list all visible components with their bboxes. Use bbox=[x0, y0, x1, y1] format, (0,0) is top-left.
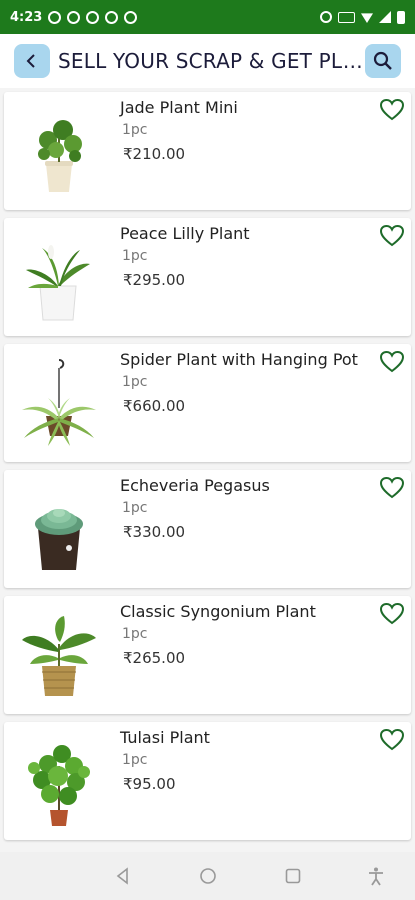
product-list: Jade Plant Mini 1pc ₹210.00 Peace Lilly … bbox=[4, 92, 411, 848]
product-price: ₹95.00 bbox=[123, 775, 176, 793]
recents-nav-icon[interactable] bbox=[283, 866, 303, 886]
tulasi-image bbox=[28, 745, 90, 826]
product-card[interactable]: Echeveria Pegasus 1pc ₹330.00 bbox=[4, 470, 411, 588]
product-card[interactable]: Tulasi Plant 1pc ₹95.00 bbox=[4, 722, 411, 840]
whatsapp-icon bbox=[67, 10, 81, 24]
product-card[interactable]: Spider Plant with Hanging Pot 1pc ₹660.0… bbox=[4, 344, 411, 462]
facebook-icon bbox=[124, 10, 138, 24]
home-nav-icon[interactable] bbox=[198, 866, 218, 886]
product-card[interactable]: Peace Lilly Plant 1pc ₹295.00 bbox=[4, 218, 411, 336]
product-qty: 1pc bbox=[122, 500, 148, 516]
status-time: 4:23 bbox=[10, 9, 43, 25]
product-name: Spider Plant with Hanging Pot bbox=[120, 350, 358, 369]
product-name: Echeveria Pegasus bbox=[120, 476, 270, 495]
product-name: Peace Lilly Plant bbox=[120, 224, 250, 243]
heart-icon[interactable] bbox=[379, 602, 405, 626]
notification-icons bbox=[48, 10, 138, 24]
app-bar: SELL YOUR SCRAP & GET PLA... bbox=[0, 34, 415, 88]
back-button[interactable] bbox=[14, 44, 50, 78]
syngonium-image bbox=[22, 616, 96, 696]
search-icon bbox=[373, 51, 392, 70]
product-price: ₹210.00 bbox=[123, 145, 186, 163]
heart-icon[interactable] bbox=[379, 98, 405, 122]
product-qty: 1pc bbox=[122, 752, 148, 768]
product-name: Jade Plant Mini bbox=[120, 98, 238, 117]
product-price: ₹295.00 bbox=[123, 271, 186, 289]
product-price: ₹660.00 bbox=[123, 397, 186, 415]
product-card[interactable]: Jade Plant Mini 1pc ₹210.00 bbox=[4, 92, 411, 210]
facebook-icon bbox=[86, 10, 100, 24]
product-qty: 1pc bbox=[122, 626, 148, 642]
product-price: ₹330.00 bbox=[123, 523, 186, 541]
search-button[interactable] bbox=[365, 44, 401, 78]
product-price: ₹265.00 bbox=[123, 649, 186, 667]
heart-icon[interactable] bbox=[379, 476, 405, 500]
page-title: SELL YOUR SCRAP & GET PLA... bbox=[58, 49, 365, 73]
status-bar: 4:23 bbox=[0, 0, 415, 34]
wifi-icon bbox=[361, 13, 373, 23]
echeveria-image bbox=[35, 509, 83, 570]
alarm-icon bbox=[320, 11, 332, 23]
system-nav-bar bbox=[0, 852, 415, 900]
battery-icon bbox=[397, 10, 405, 24]
product-card[interactable]: Classic Syngonium Plant 1pc ₹265.00 bbox=[4, 596, 411, 714]
product-qty: 1pc bbox=[122, 122, 148, 138]
accessibility-icon[interactable] bbox=[366, 866, 386, 886]
system-icons bbox=[320, 10, 405, 24]
volte-icon bbox=[338, 11, 355, 23]
peace-lily-image bbox=[26, 245, 90, 321]
spider-plant-image bbox=[22, 359, 96, 446]
whatsapp-icon bbox=[48, 10, 62, 24]
product-qty: 1pc bbox=[122, 374, 148, 390]
signal-icon bbox=[379, 11, 391, 23]
heart-icon[interactable] bbox=[379, 728, 405, 752]
product-name: Tulasi Plant bbox=[120, 728, 210, 747]
back-nav-icon[interactable] bbox=[113, 866, 133, 886]
product-name: Classic Syngonium Plant bbox=[120, 602, 316, 621]
chevron-left-icon bbox=[26, 54, 35, 68]
heart-icon[interactable] bbox=[379, 350, 405, 374]
heart-icon[interactable] bbox=[379, 224, 405, 248]
facebook-icon bbox=[105, 10, 119, 24]
product-qty: 1pc bbox=[122, 248, 148, 264]
jade-plant-image bbox=[38, 120, 82, 192]
